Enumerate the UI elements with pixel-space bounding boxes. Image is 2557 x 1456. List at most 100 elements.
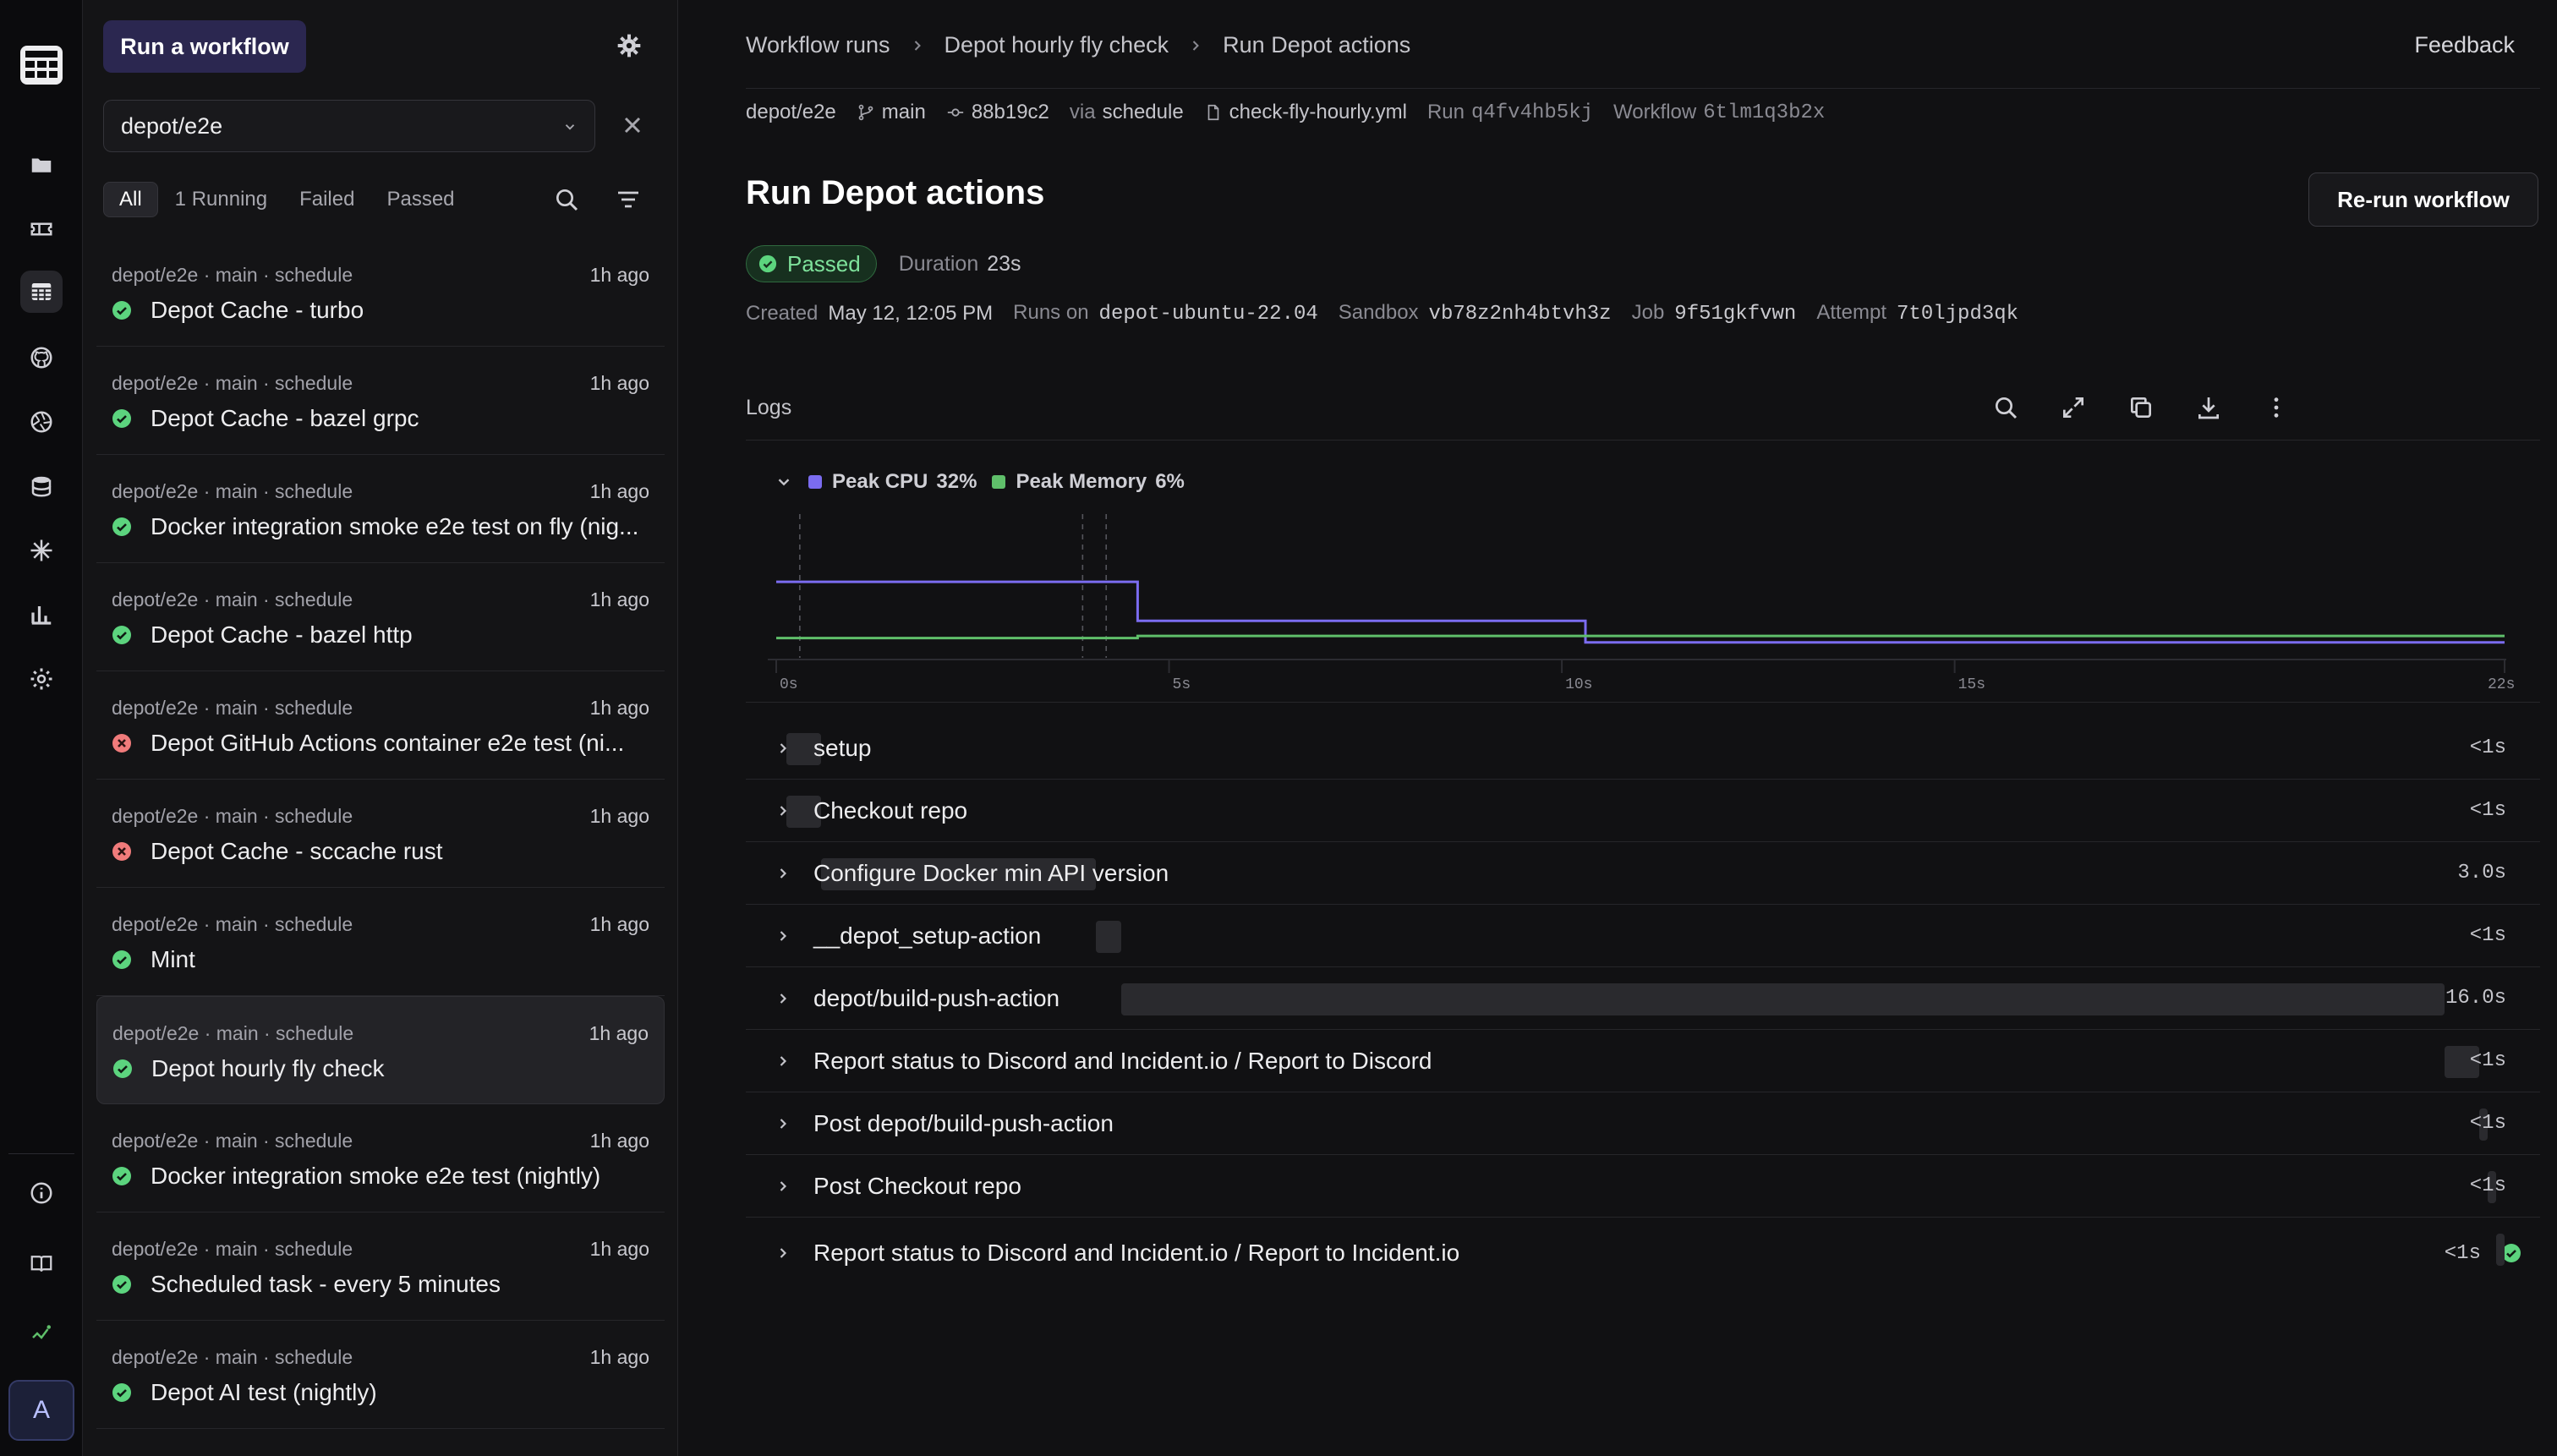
run-list-item[interactable]: depot/e2e · main · schedule 1h ago Depot C… [96,780,665,888]
run-time: 1h ago [589,697,649,719]
chevron-right-icon[interactable] [775,865,791,882]
run-title-row: Depot GitHub Actions container e2e test … [112,730,665,757]
meta-repo[interactable]: depot/e2e [746,101,836,124]
meta-trigger: via schedule [1069,101,1184,123]
run-time: 1h ago [589,1238,649,1260]
database-icon[interactable] [20,465,63,507]
gear-icon[interactable] [616,32,643,59]
filter-running[interactable]: 1 Running [160,182,282,217]
clear-filter-icon[interactable] [619,112,646,139]
check-circle-icon [758,255,777,273]
run-status-row: Passed Duration 23s [746,245,1021,282]
runs-sidebar: Run a workflow depot/e2e All 1 Running F… [83,0,678,1456]
depot-logo-icon[interactable] [19,44,64,86]
legend-cpu-label: Peak CPU [832,470,928,493]
meta-run-id: Run q4fv4hb5kj [1426,101,1593,124]
breadcrumb-workflow-runs[interactable]: Workflow runs [746,32,890,58]
step-row[interactable]: Checkout repo <1s [746,780,2540,842]
run-list-item[interactable]: depot/e2e · main · schedule 1h ago Depot C… [96,563,665,671]
repo-filter-select[interactable]: depot/e2e [103,100,595,152]
run-details-row: Created May 12, 12:05 PM Runs on depot-ubun… [746,301,2039,326]
run-list-item[interactable]: depot/e2e · main · schedule 1h ago Mint [96,888,665,996]
workflow-runs-icon[interactable] [20,271,63,313]
step-name: Checkout repo [813,796,968,824]
step-row[interactable]: setup <1s [746,717,2540,780]
step-row[interactable]: Post depot/build-push-action <1s [746,1092,2540,1155]
run-time: 1h ago [589,372,649,394]
step-duration: <1s [2469,1174,2506,1197]
filter-all[interactable]: All [103,182,158,217]
expand-icon[interactable] [2060,394,2087,421]
sparkle-icon[interactable] [20,529,63,572]
run-time: 1h ago [589,264,649,286]
github-icon[interactable] [20,337,63,379]
meta-workflow-file[interactable]: check-fly-hourly.yml [1204,101,1407,124]
settings-icon[interactable] [20,658,63,700]
legend-memory-swatch [992,475,1006,489]
rerun-workflow-button[interactable]: Re-run workflow [2308,172,2538,227]
chevron-down-icon[interactable] [775,473,793,491]
ticket-icon[interactable] [20,208,63,250]
run-title-row: Docker integration smoke e2e test (night… [112,1163,665,1190]
feedback-button[interactable]: Feedback [2414,32,2515,58]
chevron-right-icon[interactable] [775,1115,791,1132]
step-row[interactable]: depot/build-push-action 16.0s [746,967,2540,1030]
step-row[interactable]: Report status to Discord and Incident.io… [746,1218,2540,1289]
chevron-right-icon[interactable] [775,1178,791,1195]
copy-icon[interactable] [2127,394,2155,421]
step-row[interactable]: Post Checkout repo <1s [746,1155,2540,1218]
run-time: 1h ago [589,588,649,610]
chevron-right-icon[interactable] [775,928,791,944]
run-title-row: Depot Cache - turbo [112,297,665,324]
legend-memory-value: 6% [1155,470,1185,493]
header-divider [746,88,2540,89]
step-duration: 16.0s [2445,987,2506,1010]
legend-cpu-swatch [808,475,822,489]
step-row[interactable]: __depot_setup-action <1s [746,905,2540,967]
run-meta: depot/e2e · main · schedule [112,1022,354,1044]
run-list-item[interactable]: depot/e2e · main · schedule 1h ago Depot h… [96,996,665,1104]
download-icon[interactable] [2195,394,2222,421]
run-title: Depot GitHub Actions container e2e test … [151,730,625,756]
run-title: Depot hourly fly check [151,1055,385,1081]
run-list-item[interactable]: depot/e2e · main · schedule 1h ago Depot G… [96,671,665,780]
search-icon[interactable] [1992,394,2019,421]
meta-branch[interactable]: main [857,101,926,124]
run-title-row: Scheduled task - every 5 minutes [112,1271,665,1298]
chevron-right-icon[interactable] [775,1053,791,1070]
more-vertical-icon[interactable] [2263,394,2290,421]
run-list-item[interactable]: depot/e2e · main · schedule 1h ago Depot A… [96,1321,665,1429]
run-detail-runs-on: Runs on depot-ubuntu-22.04 [1013,301,1318,326]
aperture-icon[interactable] [20,401,63,443]
step-row[interactable]: Configure Docker min API version 3.0s [746,842,2540,905]
chevron-right-icon[interactable] [775,990,791,1007]
chevron-right-icon[interactable] [775,1245,791,1262]
status-icon[interactable] [20,1312,63,1355]
filter-failed[interactable]: Failed [284,182,370,217]
docs-icon[interactable] [20,1243,63,1285]
filter-lines-icon[interactable] [614,186,643,213]
avatar[interactable]: A [8,1380,74,1441]
step-row[interactable]: Report status to Discord and Incident.io… [746,1030,2540,1092]
meta-commit[interactable]: 88b19c2 [946,101,1049,124]
run-time: 1h ago [589,1346,649,1368]
run-detail-job: Job 9f51gkfvwn [1631,301,1797,326]
run-list-item[interactable]: depot/e2e · main · schedule 1h ago Docker … [96,455,665,563]
step-name: Post Checkout repo [813,1172,1021,1199]
run-list-item[interactable]: depot/e2e · main · schedule 1h ago Depot C… [96,347,665,455]
run-meta: depot/e2e · main · schedule [112,697,353,719]
run-list-item[interactable]: depot/e2e · main · schedule 1h ago Depot C… [96,238,665,347]
filter-passed[interactable]: Passed [371,182,469,217]
search-icon[interactable] [553,186,580,213]
run-title: Depot Cache - sccache rust [151,838,443,864]
run-workflow-button[interactable]: Run a workflow [103,20,306,73]
info-icon[interactable] [20,1172,63,1214]
run-list-item[interactable]: depot/e2e · main · schedule 1h ago Schedul… [96,1212,665,1321]
analytics-icon[interactable] [20,594,63,636]
check-circle-icon [112,950,131,969]
run-list-item[interactable]: depot/e2e · main · schedule 1h ago Docker … [96,1104,665,1212]
status-badge: Passed [746,245,877,282]
breadcrumb-workflow[interactable]: Depot hourly fly check [945,32,1169,58]
step-name: Report status to Discord and Incident.io… [813,1047,1432,1074]
folder-icon[interactable] [20,144,63,186]
